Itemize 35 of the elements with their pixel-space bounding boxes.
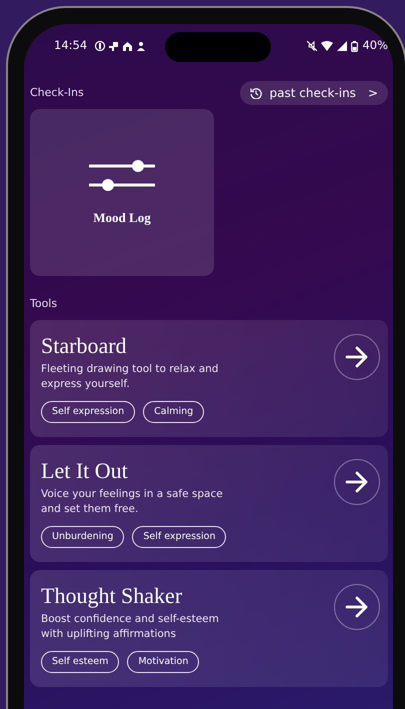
clock-time: 14:54 <box>54 37 88 54</box>
wifi-icon <box>321 41 334 51</box>
tool-title: Let It Out <box>41 458 129 483</box>
battery-icon <box>351 40 358 52</box>
history-button[interactable]: past check-ins > <box>240 81 388 105</box>
tool-title: Thought Shaker <box>41 584 184 608</box>
house-icon <box>122 41 134 51</box>
tag-chip: Calming <box>143 401 204 424</box>
tool-description: Voice your feelings in a safe space and set them free. <box>41 486 224 518</box>
arrow-button[interactable] <box>334 334 380 380</box>
sliders-icon <box>89 158 155 192</box>
chevron-icon: > <box>368 84 378 102</box>
arrow-button[interactable] <box>334 458 380 504</box>
section-heading: Tools <box>30 296 58 312</box>
history-icon <box>250 87 262 99</box>
mute-icon <box>307 41 318 51</box>
tool-title: Starboard <box>41 334 128 358</box>
tool-description: Boost confidence and self-esteem with uplifting affirmations <box>41 612 220 642</box>
tag-chip: Unburdening <box>41 526 124 548</box>
section-heading: Check-Ins <box>30 84 84 101</box>
tag-chip: Motivation <box>127 651 200 674</box>
arrow-icon <box>345 346 369 368</box>
battery-percentage: 40% <box>362 37 388 54</box>
signal-icon <box>337 41 348 51</box>
mood-log-card[interactable]: Mood Log <box>30 109 214 276</box>
tool-card[interactable]: Thought Shaker Boost confidence and self-esteem with uplifting affirmations Self esteem Motivation <box>30 570 388 686</box>
tag-chip: Self esteem <box>41 651 120 674</box>
tag-chip: Self expression <box>132 526 226 548</box>
arrow-button[interactable] <box>334 584 380 630</box>
tool-description: Fleeting drawing tool to relax and express yourself. <box>41 362 220 392</box>
tag-chip: Self expression <box>41 401 136 424</box>
arrow-icon <box>345 596 369 618</box>
tool-card[interactable]: Starboard Fleeting drawing tool to relax and express yourself. Self expression Calming <box>30 320 388 436</box>
tool-card[interactable]: Let It Out Voice your feelings in a safe space and set them free. Unburdening Self expression <box>30 444 388 562</box>
arrow-icon <box>345 470 369 492</box>
